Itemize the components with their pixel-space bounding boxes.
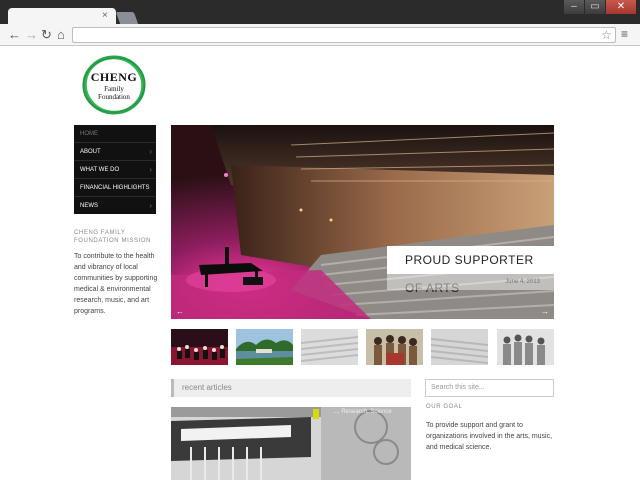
close-window-button[interactable]: ✕ bbox=[606, 0, 636, 14]
slider-prev-icon[interactable]: ← bbox=[176, 307, 184, 316]
bookmark-star-icon[interactable]: ☆ bbox=[601, 28, 612, 42]
family-photo-image bbox=[497, 329, 554, 365]
tab-close-icon[interactable]: × bbox=[102, 10, 108, 21]
orchestra-image bbox=[171, 329, 228, 365]
thumbnail-family-portrait[interactable] bbox=[366, 329, 423, 365]
reload-icon[interactable]: ↻ bbox=[41, 27, 52, 43]
web-page: CHENG Family Foundation HOME ABOUT › WHAT… bbox=[0, 47, 640, 480]
thumbnail-hall-seats[interactable] bbox=[431, 329, 488, 365]
nav-item-label: FINANCIAL HIGHLIGHTS bbox=[80, 185, 150, 191]
foundation-logo[interactable]: CHENG Family Foundation bbox=[80, 52, 148, 118]
address-bar[interactable] bbox=[72, 27, 616, 43]
hall-seats-image bbox=[431, 329, 488, 365]
home-icon[interactable]: ⌂ bbox=[57, 27, 65, 43]
site-search-input[interactable]: Search this site... bbox=[425, 379, 554, 397]
back-arrow-icon[interactable]: ← bbox=[8, 27, 21, 43]
mission-title: CHENG FAMILY FOUNDATION MISSION bbox=[74, 230, 152, 244]
new-tab-button[interactable] bbox=[115, 12, 139, 24]
minimize-button[interactable]: – bbox=[564, 0, 584, 14]
nav-item-home[interactable]: HOME bbox=[74, 125, 156, 143]
thumbnail-family-photo[interactable] bbox=[497, 329, 554, 365]
logo-name: CHENG bbox=[90, 70, 138, 84]
nav-item-label: ABOUT bbox=[80, 149, 101, 155]
auditorium-image bbox=[301, 329, 358, 365]
logo-line-foundation: Foundation bbox=[98, 93, 130, 101]
nav-item-label: NEWS bbox=[80, 203, 98, 209]
garden-image bbox=[236, 329, 293, 365]
chevron-right-icon: › bbox=[149, 147, 152, 156]
mission-text: To contribute to the health and vibrancy… bbox=[74, 253, 158, 315]
chevron-right-icon: › bbox=[149, 201, 152, 210]
goal-text: To provide support and grant to organiza… bbox=[426, 422, 553, 451]
logo-line-family: Family bbox=[104, 85, 124, 93]
goal-title: OUR GOAL bbox=[426, 404, 463, 410]
nav-item-label: HOME bbox=[80, 131, 98, 137]
recent-articles-heading: recent articles bbox=[171, 379, 411, 397]
article-tags[interactable]: ..., Research, Science bbox=[333, 409, 392, 415]
browser-tab-active[interactable] bbox=[8, 8, 116, 24]
family-portrait-image bbox=[366, 329, 423, 365]
side-navigation: HOME ABOUT › WHAT WE DO › FINANCIAL HIGHLI… bbox=[74, 125, 156, 214]
browser-toolbar: ← → ↻ ⌂ ☆ ≡ bbox=[0, 24, 640, 46]
nav-item-about[interactable]: ABOUT › bbox=[74, 143, 156, 161]
laboratory-image bbox=[171, 407, 411, 480]
thumbnail-garden[interactable] bbox=[236, 329, 293, 365]
nav-item-label: WHAT WE DO bbox=[80, 167, 120, 173]
slider-next-icon[interactable]: → bbox=[541, 307, 549, 316]
hero-slider[interactable]: PROUD SUPPORTER OF ARTS June 4, 2013 ← → bbox=[171, 125, 554, 319]
maximize-button[interactable]: ▭ bbox=[585, 0, 605, 14]
thumbnail-auditorium[interactable] bbox=[301, 329, 358, 365]
hero-title[interactable]: PROUD SUPPORTER OF ARTS bbox=[387, 246, 554, 295]
slider-thumbnails bbox=[171, 329, 554, 365]
thumbnail-orchestra[interactable] bbox=[171, 329, 228, 365]
nav-item-financial-highlights[interactable]: FINANCIAL HIGHLIGHTS bbox=[74, 179, 156, 197]
nav-item-news[interactable]: NEWS › bbox=[74, 197, 156, 215]
nav-item-what-we-do[interactable]: WHAT WE DO › bbox=[74, 161, 156, 179]
browser-titlebar: × – ▭ ✕ bbox=[0, 0, 640, 24]
forward-arrow-icon[interactable]: → bbox=[25, 27, 38, 43]
browser-menu-icon[interactable]: ≡ bbox=[621, 27, 628, 41]
window-controls: – ▭ ✕ bbox=[564, 0, 636, 16]
hero-date: June 4, 2013 bbox=[387, 274, 554, 290]
article-preview[interactable]: ..., Research, Science bbox=[171, 407, 411, 480]
chevron-right-icon: › bbox=[149, 165, 152, 174]
